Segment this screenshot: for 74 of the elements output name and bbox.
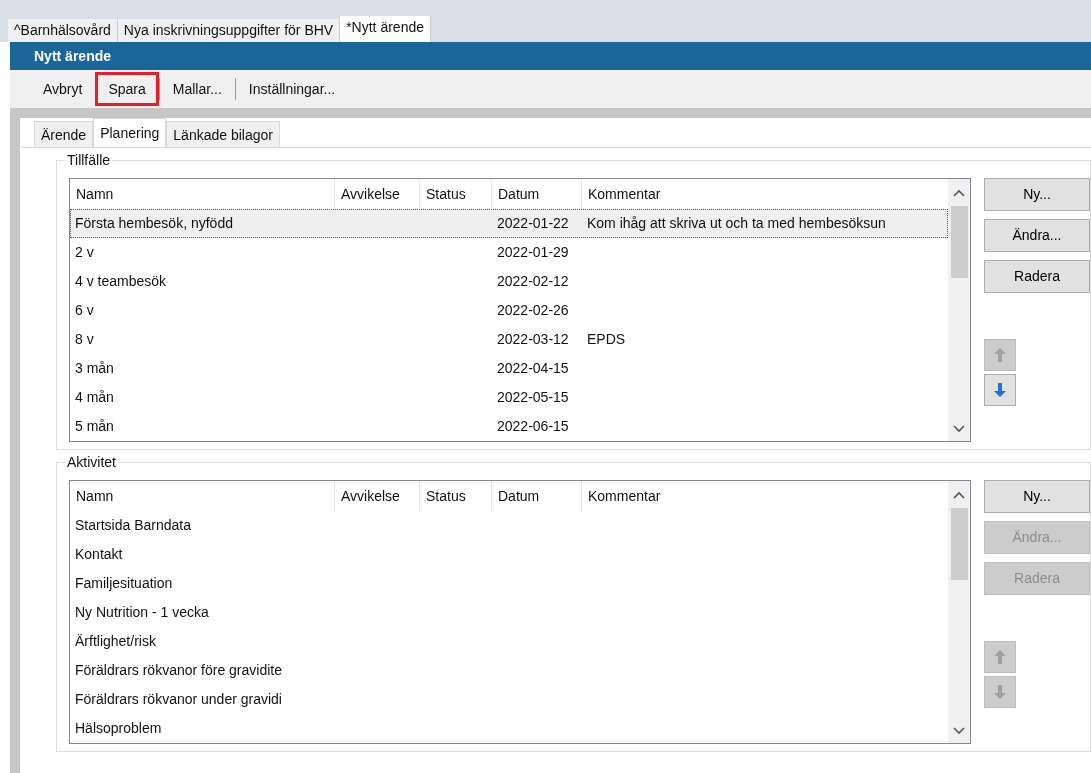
table-cell: 2022-05-15 (497, 389, 569, 405)
action-button[interactable]: Radera (984, 260, 1090, 293)
list-row[interactable]: 6 v 2022-02-26 (70, 296, 948, 325)
table-cell: Kom ihåg att skriva ut och ta med hembesöksun (587, 215, 886, 231)
tab[interactable]: Länkade bilagor (166, 121, 280, 147)
list-row[interactable]: 3 mån 2022-04-15 (70, 354, 948, 383)
list-row[interactable]: Ärftlighet/risk (70, 627, 948, 656)
document-tab[interactable]: ^Barnhälsovård (8, 19, 118, 42)
list-row[interactable]: 8 v 2022-03-12 EPDS (70, 325, 948, 354)
column-header[interactable]: Avvikelse (335, 481, 420, 511)
scroll-up-icon[interactable] (953, 491, 965, 499)
table-cell: 2022-01-22 (497, 215, 569, 231)
table-cell: 8 v (75, 331, 94, 347)
table-cell: Första hembesök, nyfödd (75, 215, 233, 231)
arrow-down-icon (993, 382, 1007, 398)
toolbar-button[interactable]: Spara (95, 72, 159, 106)
toolbar-button[interactable]: Avbryt (30, 72, 96, 106)
arrow-up-icon (993, 347, 1007, 363)
table-cell: 5 mån (75, 418, 114, 434)
list-row[interactable]: Föräldrars rökvanor före gravidite (70, 656, 948, 685)
table-cell: 2022-02-12 (497, 273, 569, 289)
list-row[interactable]: Kontakt (70, 540, 948, 569)
toolbar-button[interactable]: Inställningar... (235, 72, 349, 106)
document-tab[interactable]: *Nytt ärende (340, 16, 431, 42)
tab[interactable]: Ärende (34, 121, 94, 147)
table-cell: 2 v (75, 244, 94, 260)
scrollbar[interactable] (948, 481, 970, 743)
list-row[interactable]: Hälsoproblem (70, 714, 948, 743)
table-cell: 4 v teambesök (75, 273, 167, 289)
list-row[interactable]: Ny Nutrition - 1 vecka (70, 598, 948, 627)
table-cell: 2022-01-29 (497, 244, 569, 260)
column-header[interactable]: Namn (70, 481, 335, 511)
scrollbar[interactable] (948, 179, 970, 441)
table-cell: Familjesituation (75, 575, 173, 591)
window-title: Nytt ärende (10, 42, 1091, 70)
list-row[interactable]: 5 mån 2022-06-15 (70, 412, 948, 441)
table-cell: 2022-03-12 (497, 331, 569, 347)
action-button[interactable]: Ändra... (984, 219, 1090, 252)
table-cell: 6 v (75, 302, 94, 318)
list-row[interactable]: 4 mån 2022-05-15 (70, 383, 948, 412)
table-cell: Kontakt (75, 546, 123, 562)
table-cell: Startsida Barndata (75, 517, 191, 533)
table-cell: Föräldrars rökvanor under gravidi (75, 691, 282, 707)
list-row[interactable]: Startsida Barndata (70, 511, 948, 540)
table-cell: 2022-04-15 (497, 360, 569, 376)
table-cell: 2022-06-15 (497, 418, 569, 434)
arrow-up-icon (993, 649, 1007, 665)
list-row[interactable]: 4 v teambesök 2022-02-12 (70, 267, 948, 296)
list-row[interactable]: Föräldrars rökvanor under gravidi (70, 685, 948, 714)
column-header[interactable]: Datum (492, 481, 582, 511)
list-row[interactable]: Första hembesök, nyfödd 2022-01-22 Kom ihåg att skriva ut och ta med hembesöksun (70, 209, 948, 238)
action-button[interactable]: Ny... (984, 178, 1090, 211)
list-row[interactable]: 2 v 2022-01-29 (70, 238, 948, 267)
action-button[interactable]: Ny... (984, 480, 1090, 513)
column-header[interactable]: Status (420, 481, 492, 511)
scroll-down-icon[interactable] (953, 425, 965, 433)
scrollbar-thumb[interactable] (950, 206, 968, 278)
document-tab[interactable]: Nya inskrivningsuppgifter för BHV (117, 19, 341, 42)
table-cell: EPDS (587, 331, 626, 347)
arrow-down-icon (993, 684, 1007, 700)
table-cell: Ärftlighet/risk (75, 633, 156, 649)
table-cell: Föräldrars rökvanor före gravidite (75, 662, 282, 678)
tab[interactable]: Planering (93, 118, 167, 147)
table-cell: Ny Nutrition - 1 vecka (75, 604, 209, 620)
scroll-down-icon[interactable] (953, 727, 965, 735)
table-cell: 4 mån (75, 389, 114, 405)
scrollbar-thumb[interactable] (950, 508, 968, 580)
table-cell: 2022-02-26 (497, 302, 569, 318)
move-down-button[interactable] (984, 374, 1016, 406)
scroll-up-icon[interactable] (953, 189, 965, 197)
table-cell: 3 mån (75, 360, 114, 376)
toolbar-button[interactable]: Mallar... (159, 72, 235, 106)
list-row[interactable]: Familjesituation (70, 569, 948, 598)
table-cell: Hälsoproblem (75, 720, 162, 736)
